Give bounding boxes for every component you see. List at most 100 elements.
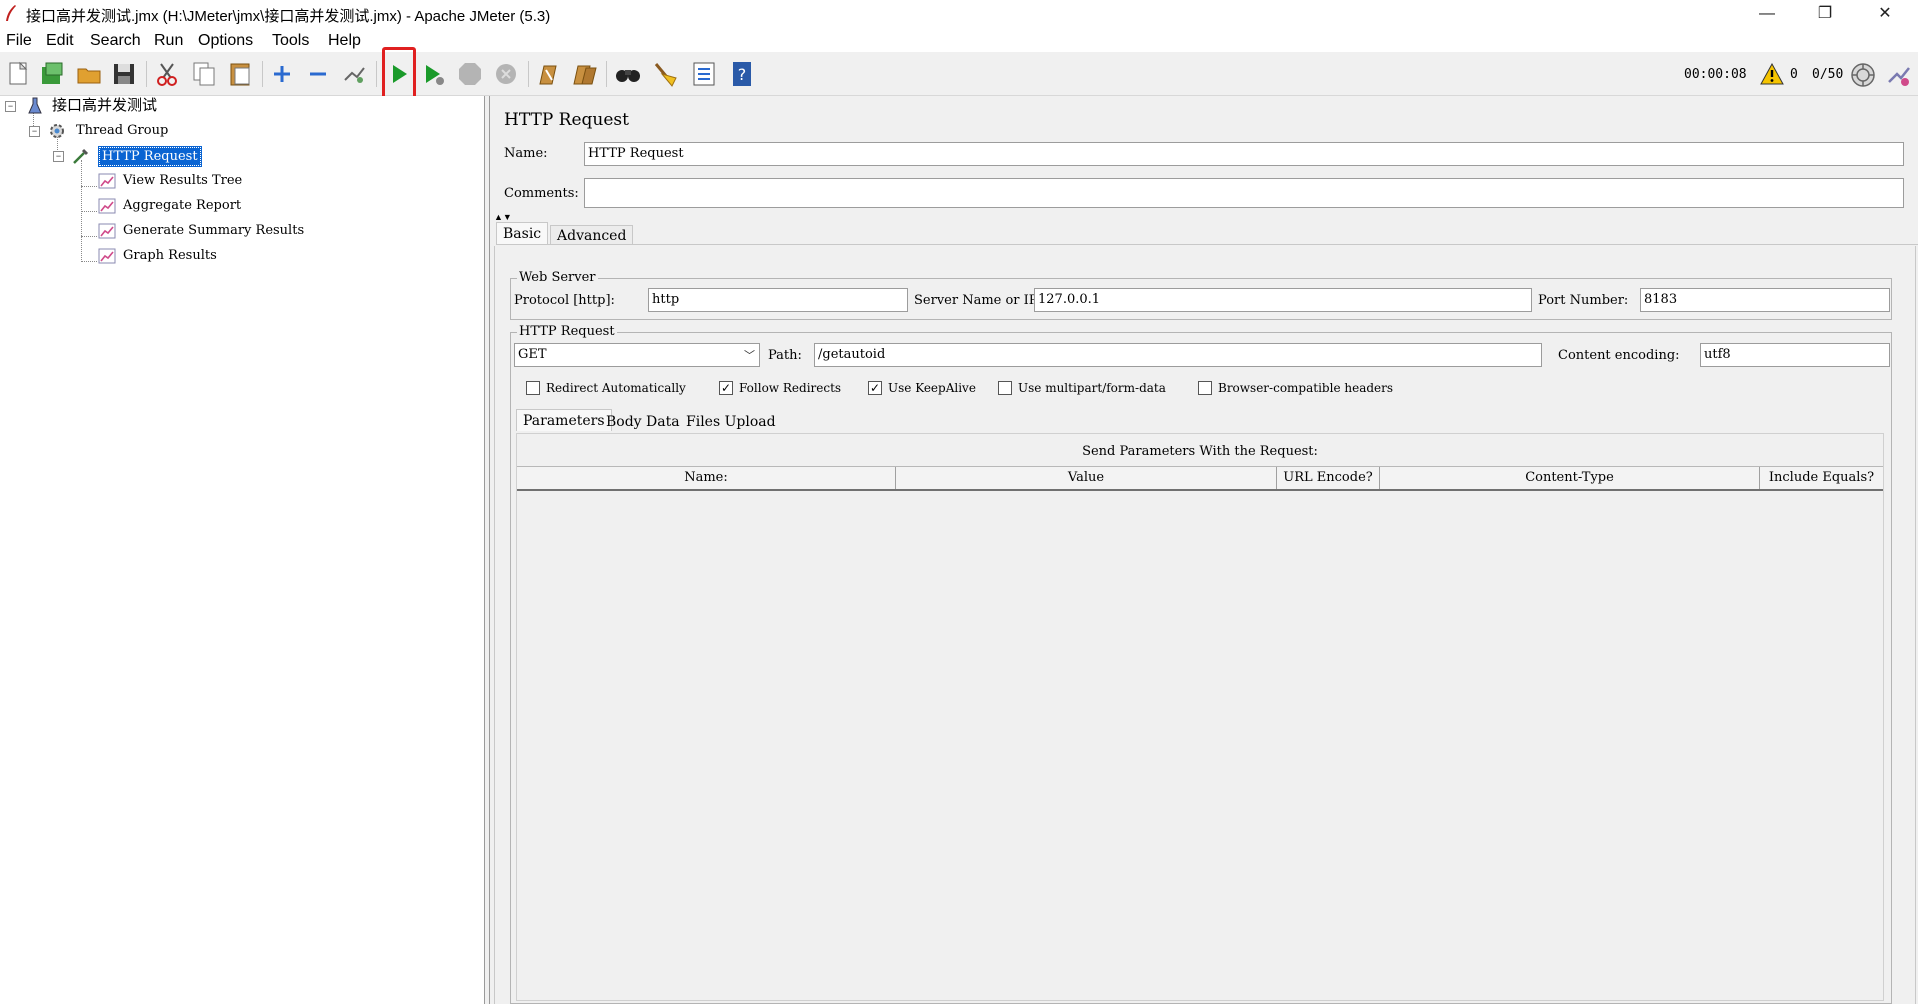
menu-search[interactable]: Search xyxy=(90,32,141,50)
port-field[interactable]: 8183 xyxy=(1640,288,1890,312)
redirect-automatically-label: Redirect Automatically xyxy=(546,381,686,395)
column-content-type[interactable]: Content-Type xyxy=(1380,467,1760,489)
column-value[interactable]: Value xyxy=(896,467,1277,489)
new-icon[interactable] xyxy=(4,60,32,88)
path-field[interactable]: /getautoid xyxy=(814,343,1542,367)
title-bar: 接口高并发测试.jmx (H:\JMeter\jmx\接口高并发测试.jmx) … xyxy=(0,0,1918,28)
toolbar-separator xyxy=(528,61,529,87)
method-select[interactable]: GET ﹀ xyxy=(514,343,760,367)
browser-compatible-checkbox[interactable] xyxy=(1198,381,1212,395)
tab-body-data[interactable]: Body Data xyxy=(600,412,686,432)
collapse-arrows-icon[interactable]: ▲▼ xyxy=(494,212,512,222)
clear-all-icon[interactable] xyxy=(570,60,598,88)
tree-label-http-request: HTTP Request xyxy=(98,146,202,167)
tab-strip-divider xyxy=(496,244,1918,245)
comments-label: Comments: xyxy=(504,186,579,201)
start-button-highlight xyxy=(382,47,416,99)
gear-icon xyxy=(50,124,64,138)
protocol-label: Protocol [http]: xyxy=(514,293,615,308)
svg-text:?: ? xyxy=(738,65,747,84)
tree-label-test-plan: 接口高并发测试 xyxy=(52,97,158,114)
redirect-automatically-checkbox[interactable] xyxy=(526,381,540,395)
parameters-table-header: Name: Value URL Encode? Content-Type Inc… xyxy=(517,466,1883,491)
jmeter-feather-icon xyxy=(6,5,16,21)
content-encoding-label: Content encoding: xyxy=(1558,348,1680,363)
collapse-icon[interactable] xyxy=(304,60,332,88)
minimize-button[interactable]: — xyxy=(1744,0,1790,28)
reset-search-icon[interactable] xyxy=(650,60,678,88)
server-field[interactable]: 127.0.0.1 xyxy=(1034,288,1532,312)
test-plan-icon xyxy=(28,97,42,114)
use-keepalive-checkbox[interactable]: ✓ xyxy=(868,381,882,395)
menu-file[interactable]: File xyxy=(6,32,32,50)
column-include-equals[interactable]: Include Equals? xyxy=(1760,467,1883,489)
menu-run[interactable]: Run xyxy=(154,32,183,50)
clear-icon[interactable] xyxy=(534,60,562,88)
comments-field[interactable] xyxy=(584,178,1904,208)
window-title: 接口高并发测试.jmx (H:\JMeter\jmx\接口高并发测试.jmx) … xyxy=(26,8,551,25)
listener-chart-icon xyxy=(98,173,116,189)
paste-icon[interactable] xyxy=(226,60,254,88)
tree-label-listener: Aggregate Report xyxy=(123,198,242,213)
panel-title: HTTP Request xyxy=(504,110,629,130)
toolbar-separator xyxy=(262,61,263,87)
web-server-title: Web Server xyxy=(517,270,598,285)
save-icon[interactable] xyxy=(110,60,138,88)
http-request-group-title: HTTP Request xyxy=(517,324,617,339)
name-label: Name: xyxy=(504,146,548,161)
listener-chart-icon xyxy=(98,223,116,239)
protocol-field[interactable]: http xyxy=(648,288,908,312)
tree-collapse-toggle[interactable]: − xyxy=(53,151,64,162)
stop-icon[interactable] xyxy=(456,60,484,88)
column-url-encode[interactable]: URL Encode? xyxy=(1277,467,1380,489)
warning-icon[interactable] xyxy=(1760,63,1784,85)
path-label: Path: xyxy=(768,348,802,363)
tab-parameters[interactable]: Parameters xyxy=(516,409,612,431)
menu-tools[interactable]: Tools xyxy=(272,32,309,50)
search-icon[interactable] xyxy=(614,60,642,88)
tab-basic[interactable]: Basic xyxy=(496,222,549,244)
server-label: Server Name or IP: xyxy=(914,293,1042,308)
toolbar-separator xyxy=(606,61,607,87)
menu-options[interactable]: Options xyxy=(198,32,253,50)
tab-advanced[interactable]: Advanced xyxy=(550,225,634,245)
parameters-table-body[interactable] xyxy=(517,492,1883,992)
cut-icon[interactable] xyxy=(153,60,181,88)
tree-label-thread-group: Thread Group xyxy=(76,123,169,138)
tree-collapse-toggle[interactable]: − xyxy=(5,101,16,112)
listener-chart-icon xyxy=(98,198,116,214)
follow-redirects-label: Follow Redirects xyxy=(739,381,842,395)
close-button[interactable]: ✕ xyxy=(1862,0,1908,28)
pipette-icon xyxy=(73,148,89,164)
tree-collapse-toggle[interactable]: − xyxy=(29,126,40,137)
sampler-editor-panel: HTTP Request Name: HTTP Request Comments… xyxy=(490,96,1918,1004)
port-label: Port Number: xyxy=(1538,293,1629,308)
listener-chart-icon xyxy=(98,248,116,264)
content-encoding-field[interactable]: utf8 xyxy=(1700,343,1890,367)
start-no-pause-icon[interactable] xyxy=(420,60,448,88)
tree-label-listener: Generate Summary Results xyxy=(123,223,305,238)
browser-compatible-label: Browser-compatible headers xyxy=(1218,381,1394,395)
elapsed-timer: 00:00:08 xyxy=(1684,67,1747,82)
toggle-icon[interactable] xyxy=(340,60,368,88)
follow-redirects-checkbox[interactable]: ✓ xyxy=(719,381,733,395)
function-helper-icon[interactable] xyxy=(690,60,718,88)
use-keepalive-label: Use KeepAlive xyxy=(888,381,976,395)
copy-icon[interactable] xyxy=(190,60,218,88)
name-field[interactable]: HTTP Request xyxy=(584,142,1904,166)
parameters-caption: Send Parameters With the Request: xyxy=(1082,444,1318,459)
templates-icon[interactable] xyxy=(38,60,66,88)
column-name[interactable]: Name: xyxy=(517,467,896,489)
menu-edit[interactable]: Edit xyxy=(46,32,74,50)
shutdown-icon[interactable] xyxy=(492,60,520,88)
remote-engines-icon[interactable] xyxy=(1886,62,1912,88)
expand-icon[interactable] xyxy=(268,60,296,88)
tab-files-upload[interactable]: Files Upload xyxy=(680,412,782,432)
parameters-panel: Send Parameters With the Request: Name: … xyxy=(516,433,1884,1001)
restore-button[interactable]: ❐ xyxy=(1802,0,1848,28)
open-icon[interactable] xyxy=(75,60,103,88)
menu-help[interactable]: Help xyxy=(328,32,361,50)
tree-connector xyxy=(81,160,82,260)
help-icon[interactable]: ? xyxy=(728,60,756,88)
multipart-checkbox[interactable] xyxy=(998,381,1012,395)
